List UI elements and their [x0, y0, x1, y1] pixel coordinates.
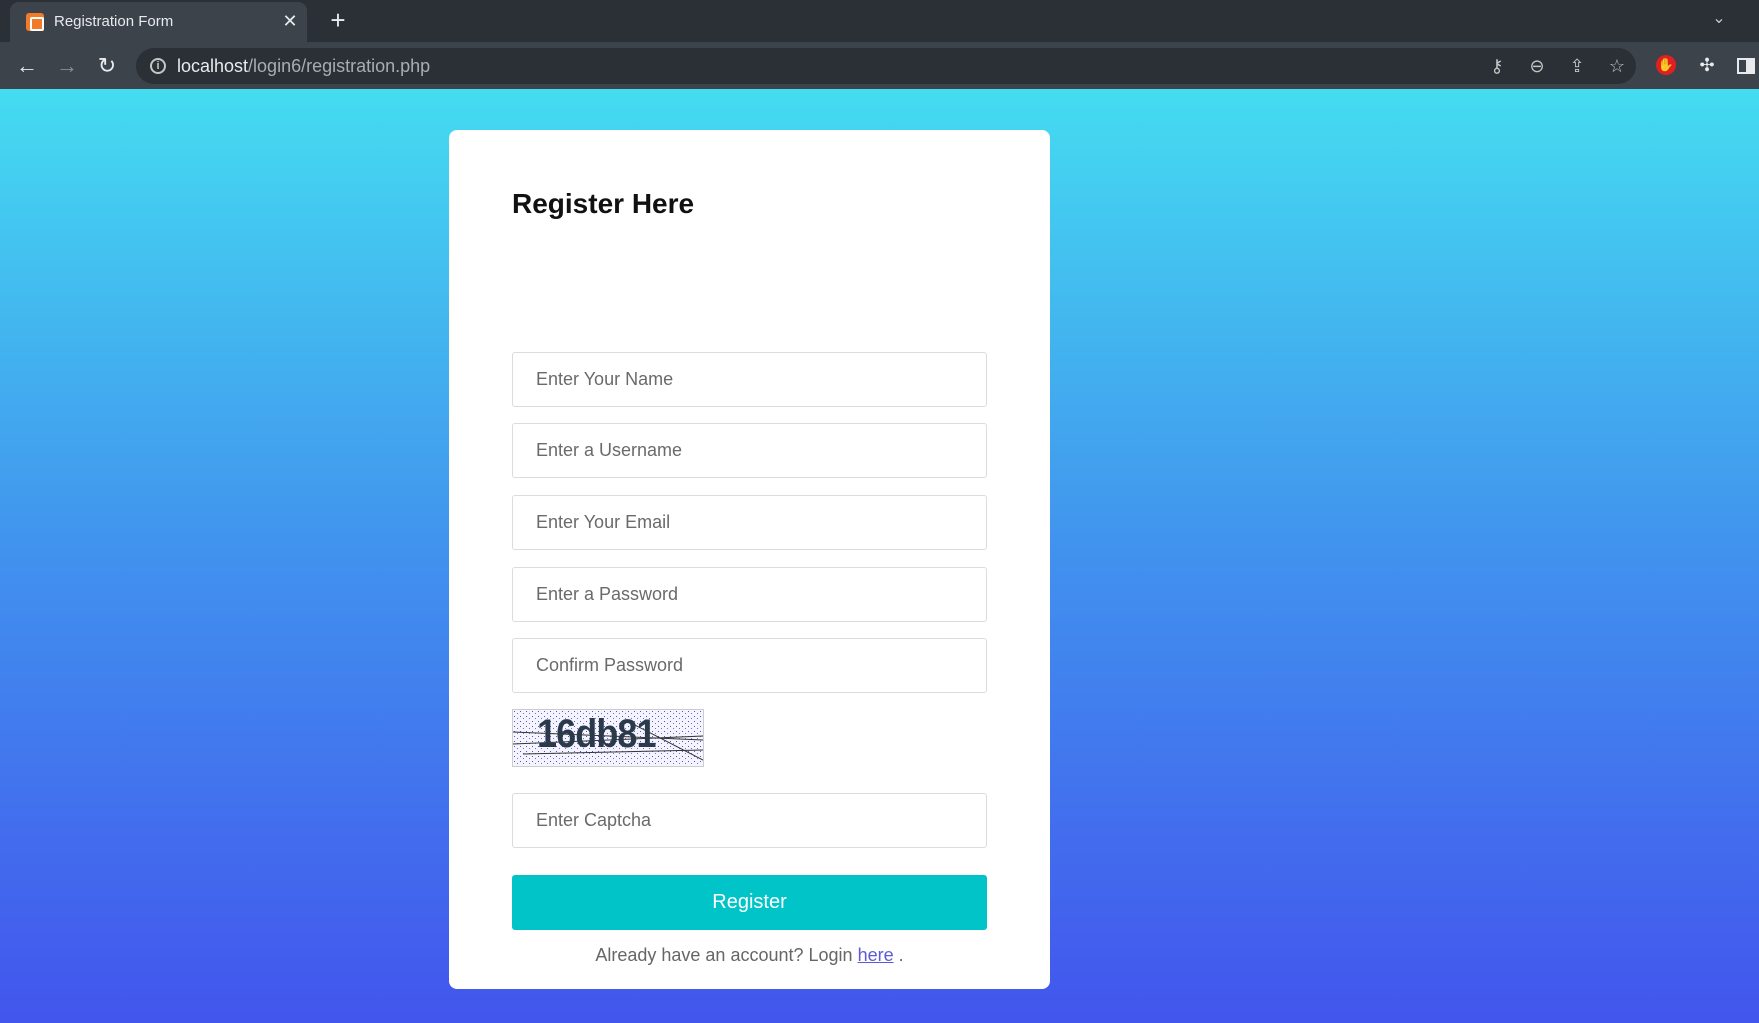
captcha-input[interactable] [512, 793, 987, 848]
email-input[interactable] [512, 495, 987, 550]
captcha-code: 16db81 [537, 712, 657, 756]
browser-tab[interactable]: Registration Form ✕ [10, 2, 307, 42]
login-prompt: Already have an account? Login here . [449, 945, 1050, 966]
tab-title: Registration Form [54, 13, 174, 30]
reload-icon[interactable]: ↻ [94, 53, 120, 79]
url-text[interactable]: localhost/login6/registration.php [177, 56, 430, 77]
captcha-image: 16db81 [512, 709, 704, 767]
side-panel-icon[interactable] [1737, 58, 1755, 74]
page-background: Register Here 16db81 [0, 89, 1759, 1023]
name-input[interactable] [512, 352, 987, 407]
back-arrow-icon[interactable]: ← [14, 53, 40, 79]
confirm-password-input[interactable] [512, 638, 987, 693]
zoom-out-icon[interactable]: ⊖ [1526, 55, 1548, 77]
login-here-link[interactable]: here [858, 945, 894, 965]
bookmark-star-icon[interactable]: ☆ [1606, 55, 1628, 77]
forward-arrow-icon[interactable]: → [54, 53, 80, 79]
adblock-extension-icon[interactable]: ✋ [1656, 55, 1676, 75]
login-prompt-text: Already have an account? Login [595, 945, 853, 965]
address-bar[interactable]: i localhost/login6/registration.php ⚷ ⊖ … [136, 48, 1636, 84]
password-input[interactable] [512, 567, 987, 622]
login-prompt-suffix: . [898, 945, 904, 965]
new-tab-button[interactable]: + [326, 7, 350, 34]
chevron-down-icon[interactable]: ⌄ [1707, 8, 1731, 30]
close-tab-icon[interactable]: ✕ [281, 10, 299, 32]
browser-toolbar: ← → ↻ i localhost/login6/registration.ph… [0, 42, 1759, 89]
username-input[interactable] [512, 423, 987, 478]
url-host: localhost [177, 56, 249, 76]
share-icon[interactable]: ⇪ [1566, 55, 1588, 77]
register-button[interactable]: Register [512, 875, 987, 930]
page-title: Register Here [512, 188, 695, 219]
info-icon[interactable]: i [150, 58, 166, 74]
xampp-favicon-icon [26, 13, 44, 31]
registration-card: Register Here 16db81 [449, 130, 1050, 989]
tab-strip: Registration Form ✕ + ⌄ [0, 0, 1759, 42]
url-path: /login6/registration.php [248, 56, 431, 76]
key-icon[interactable]: ⚷ [1486, 55, 1508, 77]
extensions-puzzle-icon[interactable]: ✣ [1695, 53, 1719, 77]
